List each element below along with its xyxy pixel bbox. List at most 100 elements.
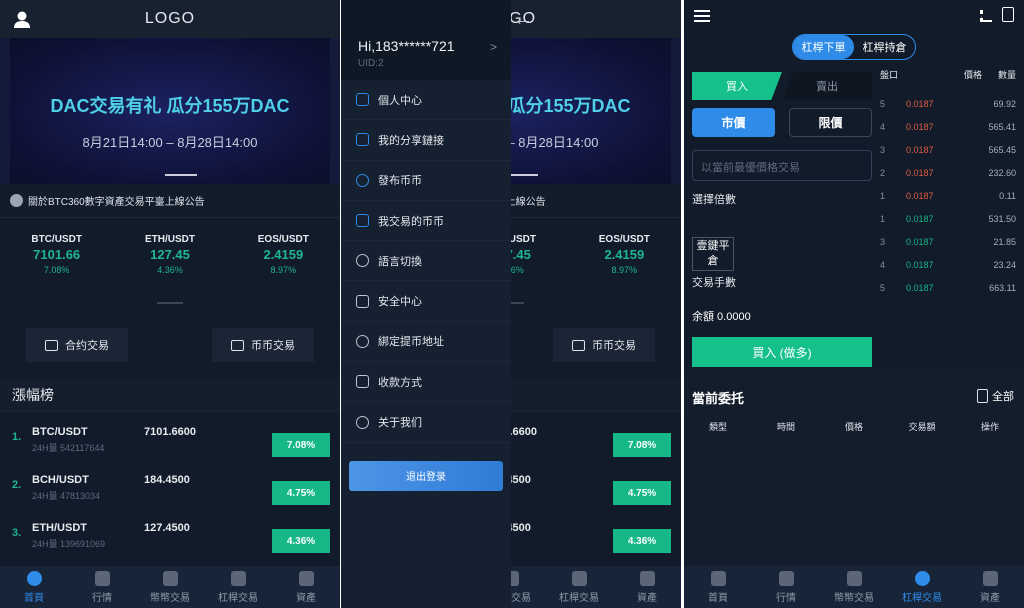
ranking-row[interactable]: 3. ETH/USDT 24H量 139691069 127.4500 4.36% [0, 508, 340, 556]
drawer-menu-item[interactable]: 收款方式 [341, 362, 511, 403]
volume: 24H量 47813034 [32, 491, 101, 501]
nav-item[interactable]: 幣幣交易 [820, 566, 888, 608]
logout-button[interactable]: 退出登录 [349, 460, 503, 491]
nav-item[interactable]: 資產 [272, 566, 340, 608]
price: 0.0187 [906, 213, 934, 224]
drawer-profile[interactable]: Hi,183******721 UID:2 > ← [341, 0, 533, 80]
ticker-price: 2.4159 [604, 247, 645, 262]
book-row[interactable]: 4 0.0187 23.24 [880, 253, 1016, 276]
level: 1 [880, 190, 886, 201]
drawer-menu-item[interactable]: 我的分享鏈接 [341, 120, 511, 161]
price: 127.4500 [144, 522, 190, 534]
book-row[interactable]: 1 0.0187 0.11 [880, 184, 1016, 207]
promo-banner[interactable]: DAC交易有礼 瓜分155万DAC 8月21日14:00 – 8月28日14:0… [0, 38, 340, 184]
nav-item[interactable]: 行情 [752, 566, 820, 608]
bottom-nav: 首頁 行情 幣幣交易 杠桿交易 資產 [684, 566, 1024, 608]
quantity: 0.11 [999, 190, 1016, 201]
book-row[interactable]: 3 0.0187 565.45 [880, 138, 1016, 161]
leverage-icon [230, 571, 246, 586]
ranking-row[interactable]: 2. BCH/USDT 24H量 47813034 184.4500 4.75% [0, 460, 340, 508]
nav-item[interactable]: 杠桿交易 [204, 566, 272, 608]
nav-label: 幣幣交易 [834, 593, 874, 604]
all-orders-button[interactable]: 全部 [977, 388, 1014, 404]
buy-long-button[interactable]: 買入 (做多) [692, 337, 872, 367]
change-badge: 7.08% [272, 433, 330, 457]
header: LOGO [0, 0, 340, 38]
price: 0.0187 [906, 167, 934, 178]
nav-item[interactable]: 杠桿交易 [888, 566, 956, 608]
rank: 2. [12, 479, 22, 491]
ranking-title: 漲幅榜 [0, 378, 340, 412]
user-icon[interactable] [14, 11, 30, 28]
price: 0.0187 [906, 144, 934, 155]
uid: UID:2 [358, 58, 384, 69]
nav-item[interactable]: 行情 [68, 566, 136, 608]
price-input[interactable]: 以當前最優價格交易 [692, 150, 872, 181]
nav-item[interactable]: 幣幣交易 [136, 566, 204, 608]
ticker[interactable]: ETH/USDT 127.45 4.36% [113, 234, 226, 308]
leverage-icon [571, 571, 587, 586]
quantity: 565.41 [988, 121, 1016, 132]
book-header: 價格 [963, 70, 982, 80]
contract-trade-button[interactable]: 合约交易 [26, 328, 128, 362]
price: 0.0187 [906, 236, 934, 247]
price: 0.0187 [906, 282, 934, 293]
tab-leverage-position[interactable]: 杠桿持倉 [854, 35, 915, 59]
limit-price-button[interactable]: 限價 [789, 108, 872, 137]
level: 3 [880, 236, 886, 247]
coin-trade-button[interactable]: 币币交易 [212, 328, 314, 362]
book-row[interactable]: 2 0.0187 232.60 [880, 161, 1016, 184]
menu-icon[interactable] [694, 10, 710, 22]
column-header: 交易額 [908, 422, 936, 432]
tab-leverage-order[interactable]: 杠桿下單 [793, 35, 854, 59]
ranking-row[interactable]: 1. BTC/USDT 24H量 542117644 7101.6600 7.08% [0, 412, 340, 460]
buy-tab[interactable]: 買入 [692, 72, 782, 100]
coin-trade-button[interactable]: 币币交易 [553, 328, 655, 362]
nav-item[interactable]: 首頁 [684, 566, 752, 608]
drawer-menu-item[interactable]: 安全中心 [341, 281, 511, 322]
ticker-pair: EOS/USDT [598, 234, 650, 245]
drawer-menu-item[interactable]: 語言切換 [341, 241, 511, 282]
drawer-menu-item[interactable]: 個人中心 [341, 80, 511, 121]
announcement[interactable]: 關於BTC360數字資產交易平臺上線公告 [0, 184, 340, 218]
ticker-change: 7.08% [43, 265, 70, 275]
ticker-price: 127.45 [150, 247, 190, 262]
market-icon [94, 571, 110, 586]
nav-item[interactable]: 首頁 [0, 566, 68, 608]
nav-label: 首頁 [24, 593, 44, 604]
chart-icon[interactable] [980, 10, 992, 22]
ticker-pair: ETH/USDT [144, 234, 195, 245]
payment-icon [356, 375, 369, 389]
back-arrow-icon[interactable]: ← [513, 8, 533, 31]
ticker[interactable]: EOS/USDT 2.4159 8.97% [227, 234, 340, 308]
drawer-menu-item[interactable]: 綁定提币地址 [341, 322, 511, 363]
home-icon [710, 571, 726, 586]
leverage-icon [914, 571, 930, 586]
book-row[interactable]: 1 0.0187 531.50 [880, 207, 1016, 230]
book-row[interactable]: 5 0.0187 663.11 [880, 276, 1016, 299]
home-screen-with-drawer: LOGO DAC交易有礼 瓜分155万DAC 8月21日14:00 – 8月28… [341, 0, 681, 608]
nav-item[interactable]: 資產 [613, 566, 681, 608]
clipboard-icon [977, 389, 988, 403]
wallet-icon [45, 339, 58, 351]
nav-item[interactable]: 資產 [956, 566, 1024, 608]
nav-item[interactable]: 杠桿交易 [545, 566, 613, 608]
market-price-button[interactable]: 市價 [692, 108, 775, 137]
menu-label: 綁定提币地址 [378, 336, 444, 349]
book-row[interactable]: 3 0.0187 21.85 [880, 230, 1016, 253]
ticker[interactable]: BTC/USDT 7101.66 7.08% [0, 234, 113, 308]
quantity: 232.60 [988, 167, 1016, 178]
ticker[interactable]: EOS/USDT 2.4159 8.97% [568, 234, 681, 308]
book-row[interactable]: 5 0.0187 69.92 [880, 92, 1016, 115]
drawer-menu-item[interactable]: 發布币币 [341, 161, 511, 201]
drawer-menu-item[interactable]: 我交易的币币 [341, 201, 511, 242]
sell-tab[interactable]: 賣出 [782, 72, 872, 100]
menu-label: 安全中心 [378, 296, 422, 309]
book-row[interactable]: 4 0.0187 565.41 [880, 115, 1016, 138]
document-icon[interactable] [1002, 7, 1014, 22]
one-key-close-button[interactable]: 壹鍵平倉 [692, 237, 734, 271]
market-icon [778, 571, 794, 586]
ticker-pair: EOS/USDT [257, 234, 309, 245]
home-icon [26, 571, 42, 586]
drawer-menu-item[interactable]: 关于我们 [341, 402, 511, 443]
